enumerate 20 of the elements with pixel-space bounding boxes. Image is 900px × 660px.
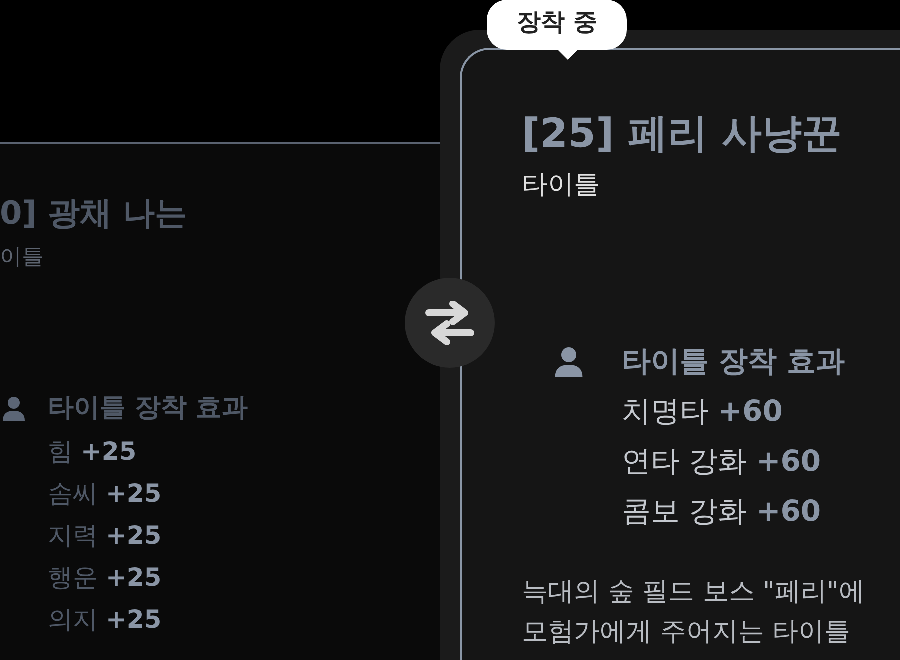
- stat-bonus: 의지 +25: [48, 604, 163, 636]
- description-text: 늑대의 숲 필드 보스 "페리"에: [522, 576, 866, 609]
- title-name: [25] 페리 사냥꾼: [522, 110, 844, 159]
- stat-bonus: 힘 +25: [48, 436, 138, 468]
- swap-icon: [425, 301, 475, 345]
- title-category: 이틀: [0, 244, 45, 272]
- stat-bonus: 지력 +25: [48, 520, 163, 552]
- stat-bonus: 콤보 강화 +60: [622, 493, 822, 530]
- equipped-badge: 장착 중: [487, 0, 628, 50]
- description-text: 모험가에게 주어지는 타이틀: [522, 616, 852, 649]
- stat-bonus: 연타 강화 +60: [622, 443, 822, 480]
- person-icon: [554, 346, 584, 379]
- stat-bonus: 솜씨 +25: [48, 478, 163, 510]
- stat-bonus: 치명타 +60: [622, 393, 784, 430]
- badge-tail: [557, 49, 579, 60]
- effects-heading: 타이틀 장착 효과: [48, 392, 248, 425]
- title-name: 0] 광채 나는: [0, 193, 188, 234]
- effects-heading: 타이틀 장착 효과: [622, 343, 846, 380]
- stat-bonus: 행운 +25: [48, 562, 163, 594]
- title-category: 타이틀: [522, 169, 601, 202]
